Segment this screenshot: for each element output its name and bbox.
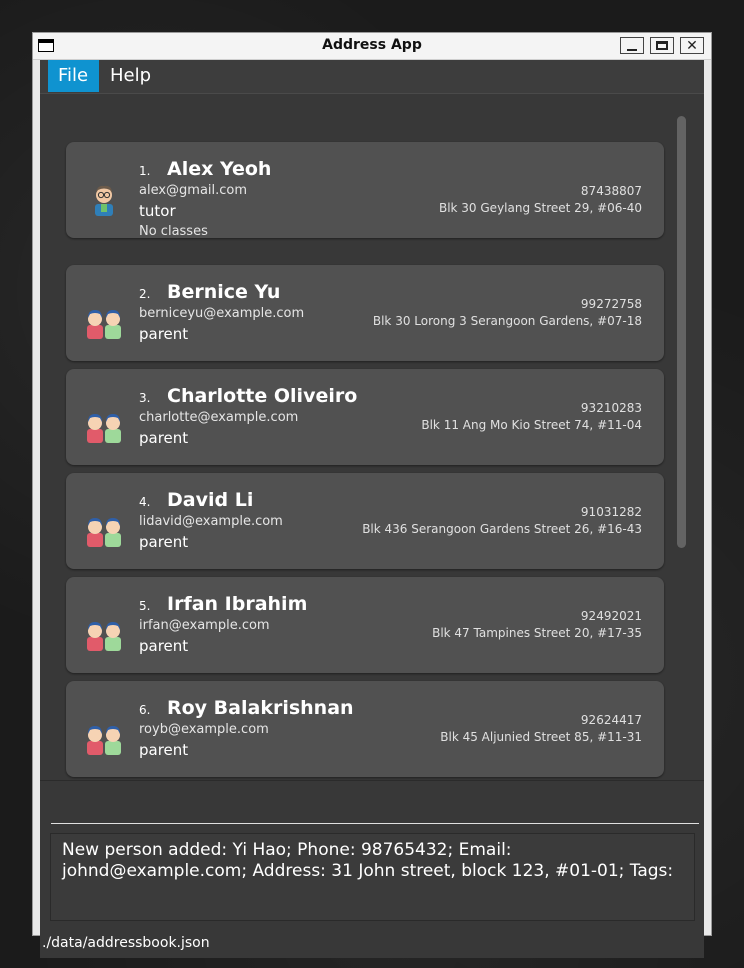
person-phone: 93210283	[580, 401, 642, 415]
person-list[interactable]: 1. Alex Yeoh alex@gmail.com tutor No cla…	[40, 94, 704, 781]
person-email: royb@example.com	[139, 722, 269, 737]
person-address: Blk 436 Serangoon Gardens Street 26, #16…	[362, 522, 642, 536]
parent-avatar-icon	[87, 310, 121, 339]
person-address: Blk 47 Tampines Street 20, #17-35	[432, 626, 642, 640]
person-name: Bernice Yu	[167, 281, 281, 303]
close-button[interactable]: ✕	[680, 37, 704, 54]
person-card[interactable]: 3. Charlotte Oliveiro charlotte@example.…	[66, 369, 664, 465]
close-icon: ✕	[686, 37, 698, 54]
person-index: 4.	[139, 495, 151, 509]
maximize-icon	[656, 41, 668, 50]
person-card[interactable]: 2. Bernice Yu berniceyu@example.com pare…	[66, 265, 664, 361]
minimize-button[interactable]	[620, 37, 644, 54]
person-phone: 87438807	[580, 184, 642, 198]
result-display: New person added: Yi Hao; Phone: 9876543…	[50, 833, 695, 921]
person-phone: 91031282	[580, 505, 642, 519]
menu-file[interactable]: File	[48, 60, 99, 92]
title-bar[interactable]: Address App ✕	[33, 33, 711, 60]
person-role: parent	[139, 637, 189, 655]
person-name: Alex Yeoh	[167, 158, 272, 180]
save-location: ./data/addressbook.json	[42, 935, 210, 951]
app-body: File Help 1. Alex Yeoh alex@gmail.com tu…	[40, 60, 704, 958]
person-name: David Li	[167, 489, 254, 511]
app-window: Address App ✕ File Help 1. Alex Yeoh ale…	[32, 32, 712, 958]
person-card[interactable]: 6. Roy Balakrishnan royb@example.com par…	[66, 681, 664, 777]
status-bar: ./data/addressbook.json	[40, 928, 704, 958]
person-address: Blk 11 Ang Mo Kio Street 74, #11-04	[421, 418, 642, 432]
parent-avatar-icon	[87, 518, 121, 547]
person-email: irfan@example.com	[139, 618, 270, 633]
person-name: Irfan Ibrahim	[167, 593, 308, 615]
person-index: 5.	[139, 599, 151, 613]
command-input[interactable]	[51, 783, 699, 824]
person-card[interactable]: 5. Irfan Ibrahim irfan@example.com paren…	[66, 577, 664, 673]
parent-avatar-icon	[87, 726, 121, 755]
window-title: Address App	[322, 37, 422, 53]
person-email: lidavid@example.com	[139, 514, 283, 529]
person-index: 6.	[139, 703, 151, 717]
command-box	[40, 781, 704, 829]
person-address: Blk 30 Lorong 3 Serangoon Gardens, #07-1…	[372, 314, 642, 328]
minimize-icon	[627, 48, 637, 51]
maximize-button[interactable]	[650, 37, 674, 54]
person-index: 1.	[139, 164, 151, 178]
person-address: Blk 30 Geylang Street 29, #06-40	[438, 201, 642, 215]
person-card[interactable]: 1. Alex Yeoh alex@gmail.com tutor No cla…	[66, 142, 664, 239]
person-phone: 99272758	[580, 297, 642, 311]
tutor-avatar-icon	[95, 185, 113, 216]
menu-help[interactable]: Help	[100, 60, 161, 92]
list-scrollbar[interactable]	[677, 116, 686, 548]
person-email: charlotte@example.com	[139, 410, 299, 425]
parent-avatar-icon	[87, 622, 121, 651]
person-role: parent	[139, 429, 189, 447]
person-role: tutor	[139, 202, 176, 220]
person-index: 2.	[139, 287, 151, 301]
person-role: parent	[139, 533, 189, 551]
person-email: alex@gmail.com	[139, 183, 248, 198]
person-role: parent	[139, 741, 189, 759]
parent-avatar-icon	[87, 414, 121, 443]
person-email: berniceyu@example.com	[139, 306, 305, 321]
menu-bar: File Help	[40, 60, 704, 94]
person-card[interactable]: 4. David Li lidavid@example.com parent 9…	[66, 473, 664, 569]
person-phone: 92624417	[580, 713, 642, 727]
person-name: Roy Balakrishnan	[167, 697, 354, 719]
person-index: 3.	[139, 391, 151, 405]
person-classes: No classes	[139, 224, 208, 239]
person-phone: 92492021	[580, 609, 642, 623]
person-name: Charlotte Oliveiro	[167, 385, 358, 407]
person-address: Blk 45 Aljunied Street 85, #11-31	[440, 730, 642, 744]
person-role: parent	[139, 325, 189, 343]
